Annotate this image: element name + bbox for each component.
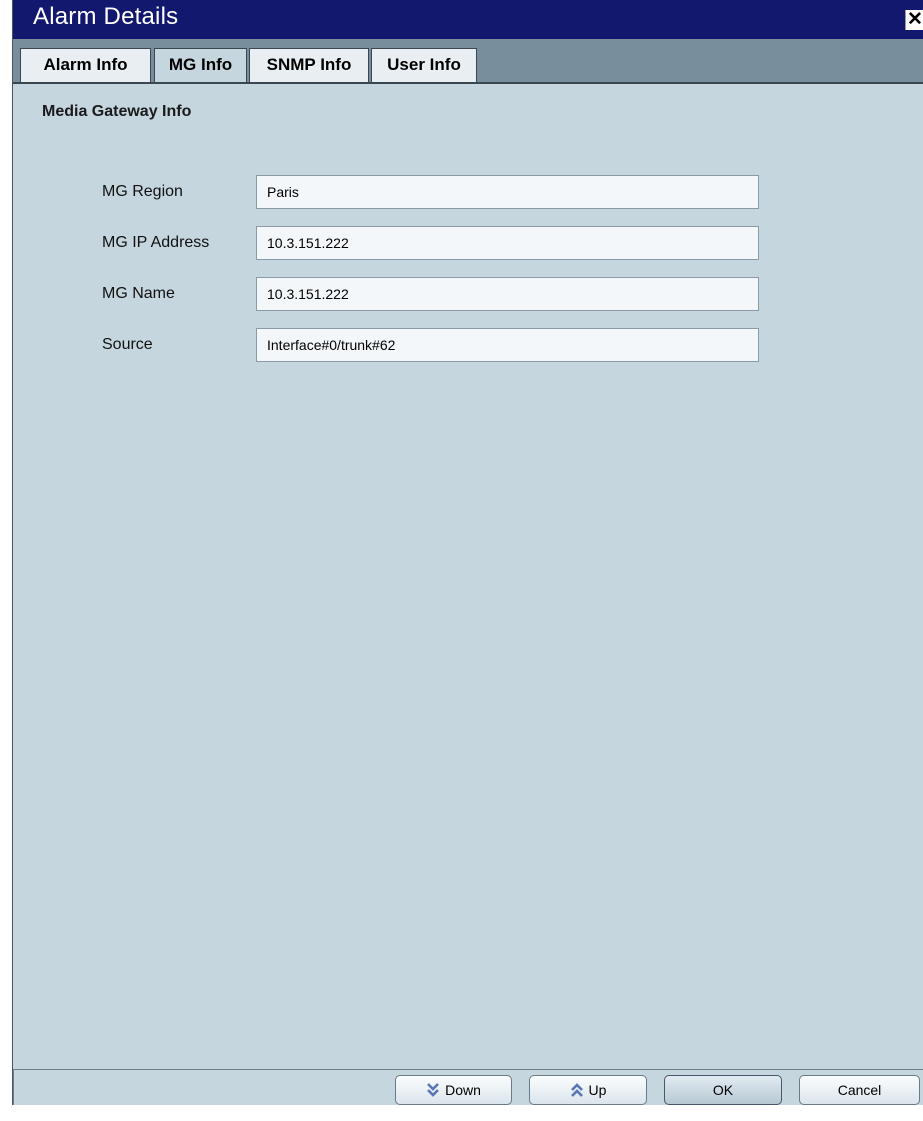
ok-button-label: OK	[712, 1082, 734, 1098]
ok-button[interactable]: OK	[664, 1075, 782, 1105]
window-title: Alarm Details	[33, 3, 179, 30]
up-button-label: Up	[588, 1082, 607, 1098]
tab-label: Alarm Info	[43, 55, 128, 74]
double-chevron-up-icon	[570, 1083, 583, 1097]
mg-name-field[interactable]	[256, 277, 759, 311]
close-button[interactable]: ✕	[905, 10, 923, 30]
source-label: Source	[102, 336, 153, 353]
tab-alarm-info[interactable]: Alarm Info	[20, 48, 151, 82]
up-button[interactable]: Up	[529, 1075, 647, 1105]
alarm-details-dialog: Alarm Details ✕ Alarm Info MG Info SNMP …	[12, 0, 923, 1105]
tab-label: User Info	[387, 55, 461, 74]
tab-divider	[13, 82, 923, 84]
down-button-label: Down	[445, 1082, 481, 1098]
tab-bar: Alarm Info MG Info SNMP Info User Info	[13, 39, 923, 82]
mg-ip-address-label: MG IP Address	[102, 234, 210, 251]
down-button[interactable]: Down	[395, 1075, 512, 1105]
mg-ip-address-field[interactable]	[256, 226, 759, 260]
button-panel: Down Up OK Cancel	[13, 1069, 923, 1105]
tab-mg-info[interactable]: MG Info	[154, 48, 247, 82]
cancel-button[interactable]: Cancel	[799, 1075, 920, 1105]
close-icon: ✕	[907, 9, 923, 30]
mg-region-field[interactable]	[256, 175, 759, 209]
tab-user-info[interactable]: User Info	[371, 48, 477, 82]
title-bar[interactable]: Alarm Details ✕	[13, 0, 923, 39]
source-field[interactable]	[256, 328, 759, 362]
section-title: Media Gateway Info	[42, 103, 192, 120]
mg-region-label: MG Region	[102, 183, 183, 200]
cancel-button-label: Cancel	[837, 1082, 882, 1098]
tab-snmp-info[interactable]: SNMP Info	[249, 48, 369, 82]
tab-label: SNMP Info	[266, 55, 352, 74]
tab-label: MG Info	[168, 55, 233, 74]
mg-name-label: MG Name	[102, 285, 175, 302]
double-chevron-down-icon	[427, 1083, 440, 1097]
